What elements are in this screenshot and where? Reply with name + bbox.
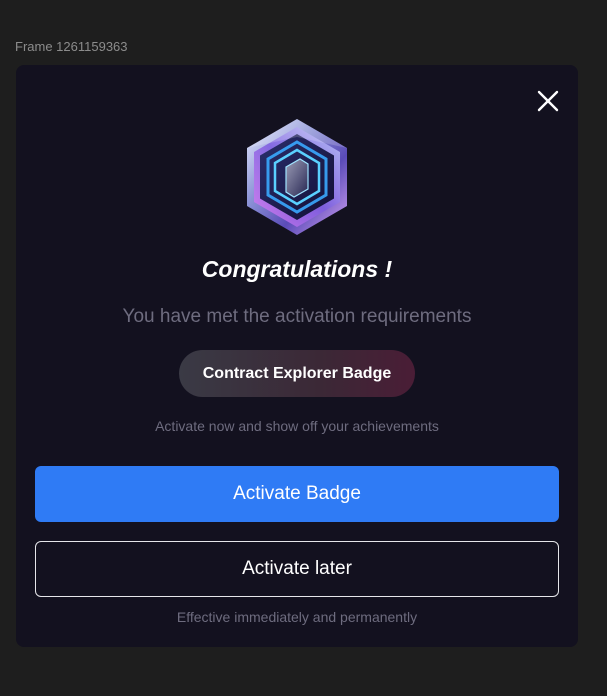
activate-badge-button[interactable]: Activate Badge xyxy=(35,466,559,522)
close-button[interactable] xyxy=(534,87,562,115)
dialog-title: Congratulations ! xyxy=(201,256,393,282)
footer-note: Effective immediately and permanently xyxy=(176,609,418,625)
congratulations-dialog: Congratulations ! You have met the activ… xyxy=(16,65,578,647)
activation-hint: Activate now and show off your achieveme… xyxy=(155,418,439,434)
frame-label: Frame 1261159363 xyxy=(15,39,128,54)
hexagon-badge-icon xyxy=(242,117,352,237)
close-icon xyxy=(537,90,559,112)
dialog-subtitle: You have met the activation requirements xyxy=(122,306,472,327)
badge-name-pill: Contract Explorer Badge xyxy=(179,350,415,397)
activate-later-button[interactable]: Activate later xyxy=(35,541,559,597)
